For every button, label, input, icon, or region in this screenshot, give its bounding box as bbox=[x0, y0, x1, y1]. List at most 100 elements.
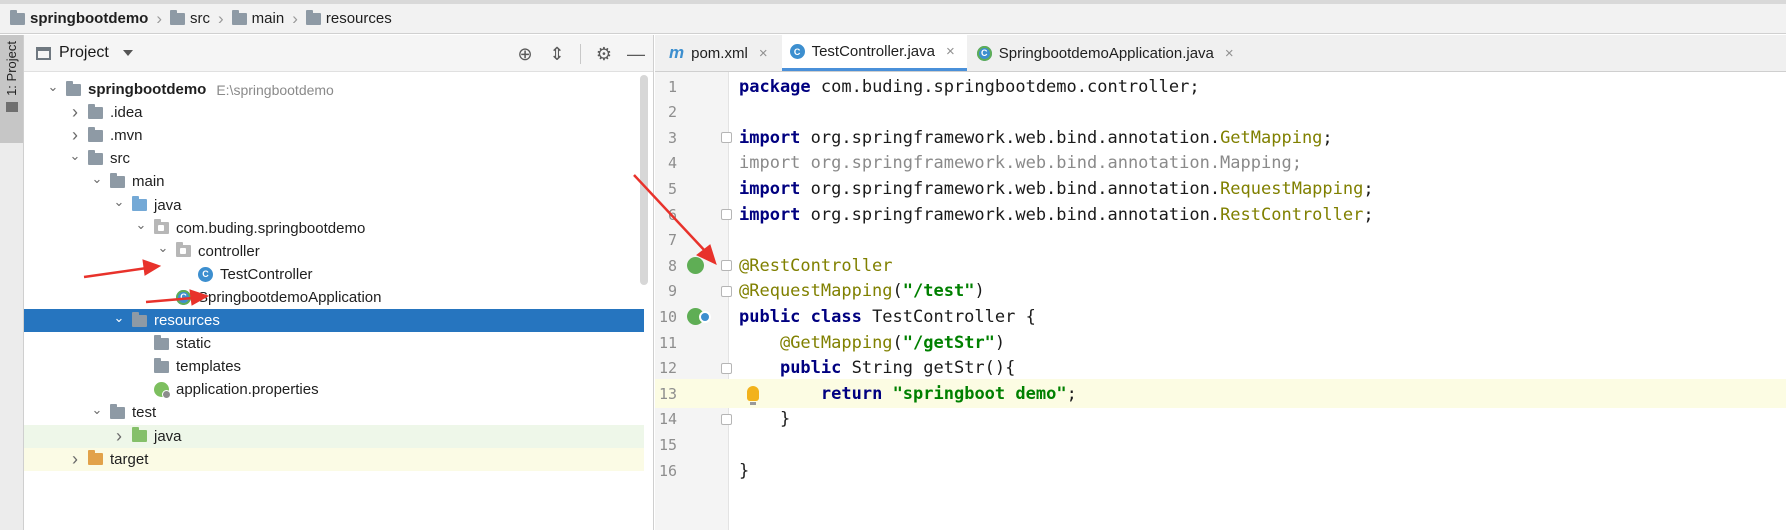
editor-panel: m pom.xml × C TestController.java × C Springboo… bbox=[655, 35, 1786, 530]
tree-item[interactable]: › .mvn bbox=[24, 124, 644, 147]
code-area[interactable]: 1 package com.buding.springbootdemo.contr… bbox=[655, 72, 1786, 530]
chevron-down-icon[interactable]: ⌄ bbox=[46, 79, 60, 95]
fold-marker-icon[interactable] bbox=[721, 413, 732, 425]
chevron-right-icon[interactable]: › bbox=[112, 426, 126, 447]
code-token: GetMapping bbox=[1220, 127, 1323, 148]
line-number: 8 bbox=[667, 256, 677, 275]
tree-item-label: test bbox=[132, 404, 157, 422]
chevron-down-icon[interactable]: ⌄ bbox=[156, 240, 170, 256]
fold-marker-icon[interactable] bbox=[721, 285, 732, 297]
minimize-icon[interactable]: — bbox=[627, 45, 645, 63]
line-number: 14 bbox=[658, 410, 677, 429]
close-icon[interactable]: × bbox=[1225, 45, 1234, 62]
tree-item[interactable]: ⌄ resources bbox=[24, 309, 644, 332]
tree-item-label: application.properties bbox=[176, 381, 319, 399]
tree-item[interactable]: templates bbox=[24, 355, 644, 378]
fold-marker-icon[interactable] bbox=[721, 209, 732, 220]
code-text: import org.springframework.web.bind.anno… bbox=[739, 205, 1374, 225]
code-token: "/test" bbox=[902, 281, 975, 302]
breadcrumb-item[interactable]: src bbox=[170, 9, 210, 27]
tree-item-label: .mvn bbox=[110, 127, 143, 145]
code-line[interactable]: 16} bbox=[655, 456, 1786, 485]
project-tool-tab[interactable]: 1: Project bbox=[0, 35, 23, 143]
code-text: @RestController bbox=[739, 256, 893, 276]
close-icon[interactable]: × bbox=[946, 43, 955, 60]
code-text: import org.springframework.web.bind.anno… bbox=[739, 153, 1302, 173]
locate-icon[interactable]: ⊕ bbox=[516, 45, 534, 63]
tree-item[interactable]: C SpringbootdemoApplication bbox=[24, 286, 644, 309]
tree-item[interactable]: C TestController bbox=[24, 263, 644, 286]
tree-item[interactable]: › java bbox=[24, 424, 644, 448]
chevron-right-icon[interactable]: › bbox=[68, 102, 82, 123]
tree-item[interactable]: application.properties bbox=[24, 378, 644, 401]
line-number: 4 bbox=[667, 154, 677, 173]
chevron-down-icon[interactable]: ⌄ bbox=[112, 310, 126, 326]
chevron-down-icon[interactable]: ⌄ bbox=[134, 217, 148, 233]
project-panel: Project ⊕ ⇕ ⚙ — ⌄ springbootdemo E:\spring… bbox=[24, 35, 654, 530]
folder-icon bbox=[154, 334, 169, 350]
code-text: return "springboot demo"; bbox=[739, 384, 1077, 404]
breadcrumb-separator: › bbox=[156, 8, 162, 28]
code-token: ( bbox=[892, 281, 903, 302]
tree-item[interactable]: ⌄ springbootdemo E:\springbootdemo bbox=[24, 78, 644, 101]
tree-item[interactable]: › target bbox=[24, 447, 644, 471]
editor-tabs: m pom.xml × C TestController.java × C Springboo… bbox=[655, 35, 1786, 72]
editor-tab-label: TestController.java bbox=[811, 43, 935, 60]
editor-tab[interactable]: C TestController.java × bbox=[781, 35, 967, 71]
chevron-down-icon[interactable]: ⌄ bbox=[112, 194, 126, 210]
line-number: 5 bbox=[667, 179, 677, 198]
line-number: 10 bbox=[658, 307, 677, 326]
spring-app-class-icon: C bbox=[176, 289, 191, 305]
project-scrollbar[interactable] bbox=[640, 75, 648, 285]
fold-marker-icon[interactable] bbox=[721, 260, 732, 272]
code-token: ) bbox=[994, 332, 1006, 353]
tree-item[interactable]: ⌄ src bbox=[24, 147, 644, 170]
chevron-down-icon[interactable]: ⌄ bbox=[90, 171, 104, 187]
project-toolbar: Project ⊕ ⇕ ⚙ — bbox=[24, 35, 653, 72]
editor-tab[interactable]: m pom.xml × bbox=[661, 35, 780, 71]
tree-item[interactable]: ⌄ java bbox=[24, 194, 644, 217]
chevron-right-icon[interactable]: › bbox=[68, 125, 82, 146]
tree-item[interactable]: ⌄ test bbox=[24, 401, 644, 424]
tree-item[interactable]: static bbox=[24, 332, 644, 355]
tree-item-label: templates bbox=[176, 358, 242, 376]
line-number: 15 bbox=[658, 435, 677, 454]
collapse-icon[interactable]: ⇕ bbox=[548, 45, 566, 63]
tree-item[interactable]: ⌄ controller bbox=[24, 240, 644, 263]
tree-item[interactable]: › .idea bbox=[24, 101, 644, 124]
close-icon[interactable]: × bbox=[759, 45, 768, 62]
tree-item[interactable]: ⌄ com.buding.springbootdemo bbox=[24, 217, 644, 240]
editor-tab[interactable]: C SpringbootdemoApplication.java × bbox=[969, 35, 1246, 71]
code-token: } bbox=[739, 460, 750, 481]
project-view-selector[interactable]: Project bbox=[24, 44, 133, 62]
chevron-down-icon[interactable]: ⌄ bbox=[68, 148, 82, 164]
tree-item-icon bbox=[88, 126, 103, 142]
tree-item-icon bbox=[88, 149, 103, 165]
fold-marker-icon[interactable] bbox=[721, 362, 732, 374]
chevron-down-icon[interactable]: ⌄ bbox=[90, 402, 104, 418]
tree-item-icon bbox=[88, 103, 103, 119]
gear-icon[interactable]: ⚙ bbox=[595, 45, 613, 63]
source-folder-icon bbox=[132, 196, 147, 211]
breadcrumb-item[interactable]: springbootdemo bbox=[10, 9, 148, 27]
code-token: import bbox=[739, 153, 801, 174]
line-number: 1 bbox=[667, 77, 677, 96]
window-icon bbox=[36, 46, 51, 60]
line-number: 7 bbox=[667, 231, 677, 250]
tree-item[interactable]: ⌄ main bbox=[24, 170, 644, 193]
breadcrumb-item[interactable]: resources bbox=[305, 9, 392, 27]
project-tools: ⊕ ⇕ ⚙ — bbox=[516, 35, 645, 72]
chevron-right-icon[interactable]: › bbox=[68, 449, 82, 470]
tree-item-icon bbox=[154, 357, 169, 373]
code-token: return bbox=[820, 383, 883, 404]
breadcrumb-item[interactable]: main bbox=[231, 9, 284, 27]
spring-bean-icon[interactable] bbox=[687, 257, 704, 275]
folder-icon bbox=[88, 103, 103, 119]
folder-icon bbox=[110, 172, 125, 188]
code-token: public bbox=[779, 358, 842, 379]
code-token: "springboot demo" bbox=[892, 383, 1067, 404]
fold-marker-icon[interactable] bbox=[721, 132, 732, 144]
code-text: package com.buding.springbootdemo.contro… bbox=[739, 77, 1200, 97]
